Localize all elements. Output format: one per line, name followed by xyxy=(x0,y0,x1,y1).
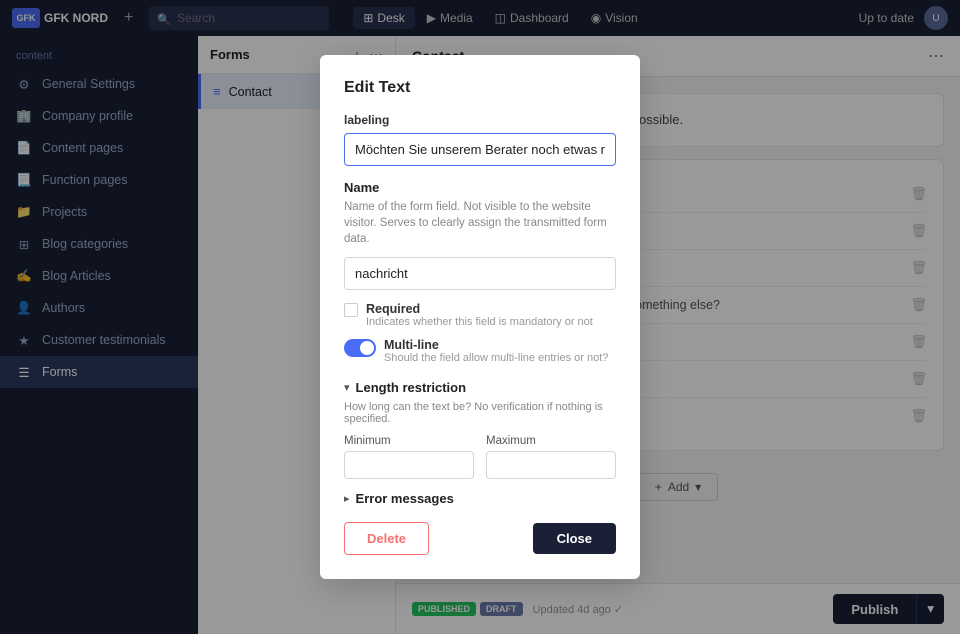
required-desc: Indicates whether this field is mandator… xyxy=(366,316,593,328)
min-col: Minimum xyxy=(344,435,474,479)
multiline-label: Multi-line xyxy=(384,338,608,352)
name-input[interactable] xyxy=(344,257,616,290)
max-input[interactable] xyxy=(486,451,616,479)
modal-overlay[interactable]: Edit Text labeling Name Name of the form… xyxy=(0,0,960,634)
length-inputs: Minimum Maximum xyxy=(344,435,616,479)
max-col: Maximum xyxy=(486,435,616,479)
chevron-right-icon: ▸ xyxy=(344,492,350,505)
required-label-group: Required Indicates whether this field is… xyxy=(366,302,593,328)
modal-title: Edit Text xyxy=(344,79,616,97)
min-label: Minimum xyxy=(344,435,474,447)
error-section-title: Error messages xyxy=(356,491,454,506)
delete-button[interactable]: Delete xyxy=(344,522,429,555)
length-section-title: Length restriction xyxy=(356,380,467,395)
error-messages-row[interactable]: ▸ Error messages xyxy=(344,491,616,506)
toggle-knob xyxy=(360,341,374,355)
multiline-row: Multi-line Should the field allow multi-… xyxy=(344,338,616,364)
multiline-label-group: Multi-line Should the field allow multi-… xyxy=(384,338,608,364)
length-section-desc: How long can the text be? No verificatio… xyxy=(344,401,616,425)
labeling-input[interactable] xyxy=(344,133,616,166)
min-input[interactable] xyxy=(344,451,474,479)
close-button[interactable]: Close xyxy=(533,523,616,554)
required-label: Required xyxy=(366,302,593,316)
labeling-label: labeling xyxy=(344,113,616,127)
multiline-desc: Should the field allow multi-line entrie… xyxy=(384,352,608,364)
modal-footer: Delete Close xyxy=(344,522,616,555)
edit-text-modal: Edit Text labeling Name Name of the form… xyxy=(320,55,640,579)
max-label: Maximum xyxy=(486,435,616,447)
required-checkbox[interactable] xyxy=(344,303,358,317)
length-collapse-header[interactable]: ▾ Length restriction xyxy=(344,380,616,395)
multiline-toggle[interactable] xyxy=(344,339,376,357)
length-restriction-section: ▾ Length restriction How long can the te… xyxy=(344,380,616,479)
name-section-desc: Name of the form field. Not visible to t… xyxy=(344,199,616,247)
chevron-down-icon: ▾ xyxy=(344,381,350,394)
required-row: Required Indicates whether this field is… xyxy=(344,302,616,328)
name-section-title: Name xyxy=(344,180,616,195)
